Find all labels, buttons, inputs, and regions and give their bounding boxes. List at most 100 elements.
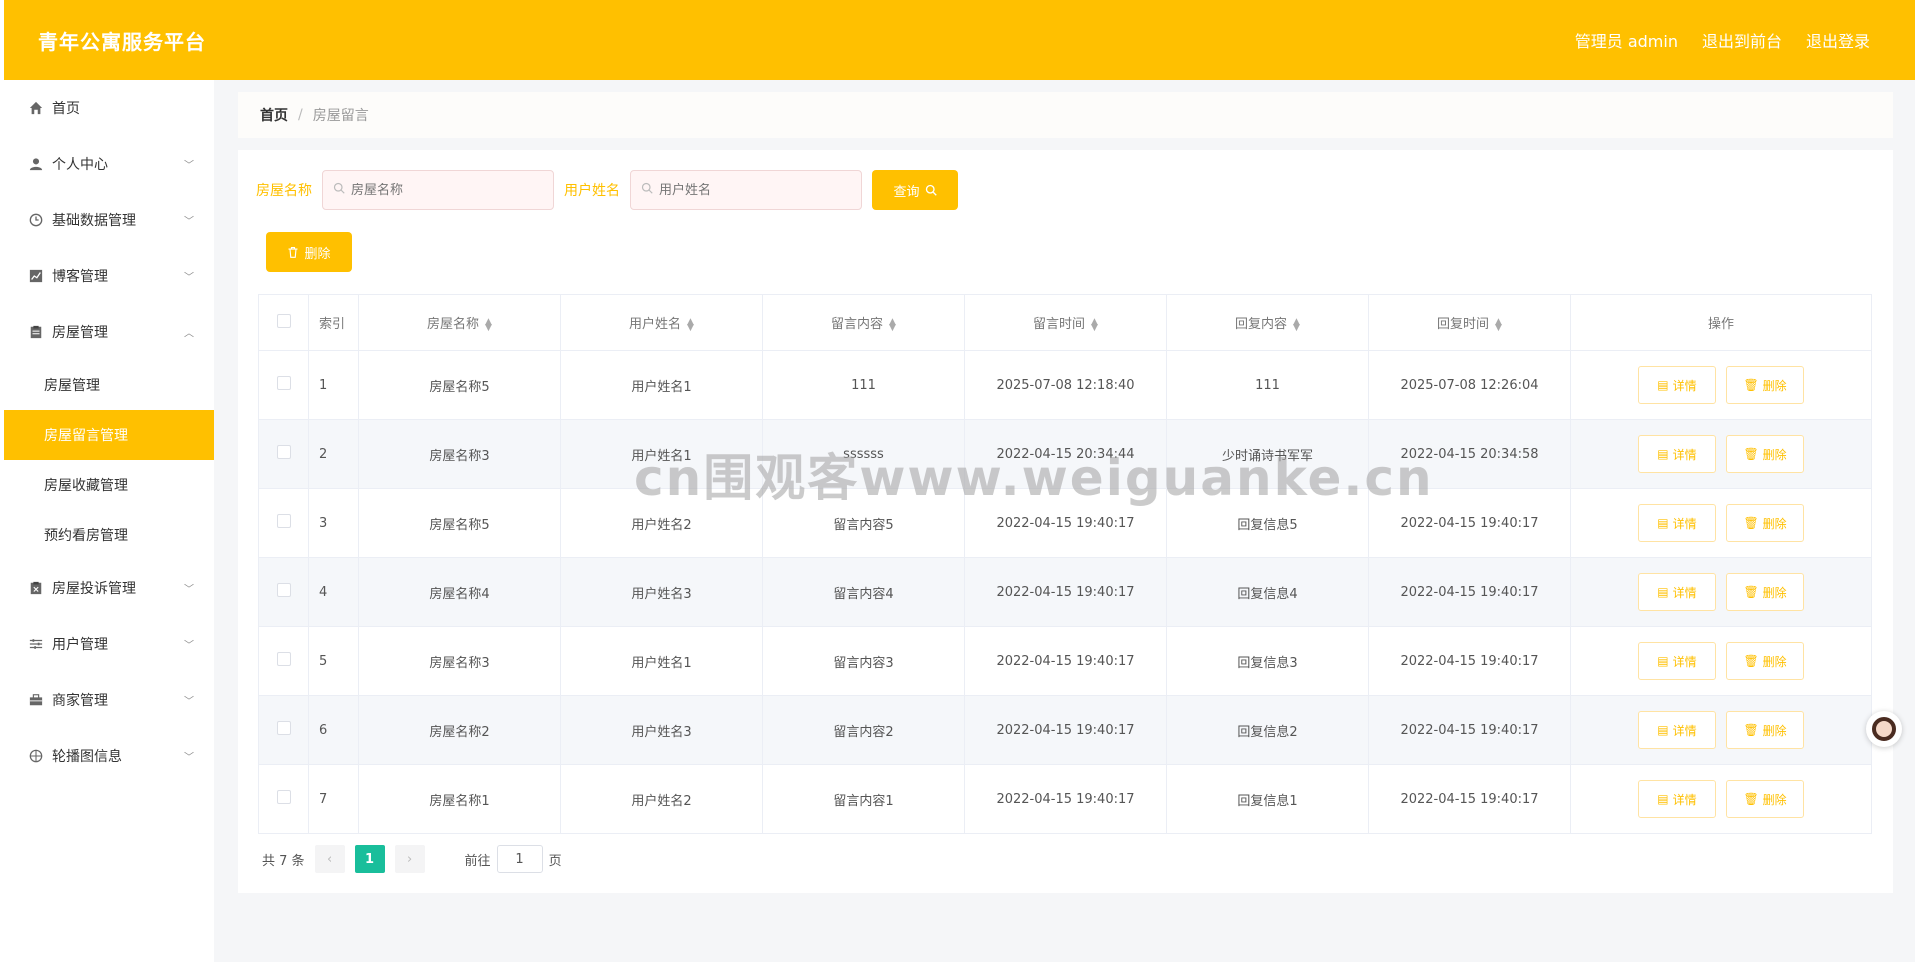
delete-label: 删除 xyxy=(1762,516,1787,531)
delete-button[interactable]: 🗑 删除 xyxy=(1726,642,1805,680)
submenu-item-label: 房屋留言管理 xyxy=(44,428,128,444)
row-checkbox[interactable] xyxy=(276,583,291,597)
cell-reply: 回复信息1 xyxy=(1166,764,1369,834)
sort-icon[interactable]: ▲ ▼ xyxy=(1495,317,1502,332)
sort-icon[interactable]: ▲ ▼ xyxy=(1091,317,1098,332)
detail-button[interactable]: ▤ 详情 xyxy=(1637,711,1716,749)
cell-house: 房屋名称3 xyxy=(358,626,561,696)
assistant-avatar[interactable] xyxy=(1866,711,1902,747)
detail-button[interactable]: ▤ 详情 xyxy=(1637,504,1716,542)
column-header-label: 留言内容 xyxy=(831,317,884,332)
delete-button[interactable]: 🗑 删除 xyxy=(1726,711,1805,749)
detail-button[interactable]: ▤ 详情 xyxy=(1637,435,1716,473)
select-all-checkbox[interactable] xyxy=(276,313,291,328)
row-select-cell xyxy=(258,488,309,558)
user-name-input[interactable] xyxy=(659,182,839,198)
delete-label: 删除 xyxy=(1762,585,1787,600)
trash-icon: 🗑 xyxy=(1743,792,1759,806)
breadcrumb-home[interactable]: 首页 xyxy=(260,105,288,125)
logout-link[interactable]: 退出登录 xyxy=(1806,28,1870,52)
delete-button[interactable]: 🗑 删除 xyxy=(1726,573,1805,611)
column-header-reply[interactable]: 回复内容 ▲ ▼ xyxy=(1166,294,1369,351)
cell-user: 用户姓名1 xyxy=(560,626,763,696)
detail-button[interactable]: ▤ 详情 xyxy=(1637,642,1716,680)
sort-icon[interactable]: ▲ ▼ xyxy=(889,317,896,332)
cell-content: 留言内容3 xyxy=(762,626,965,696)
column-header-user[interactable]: 用户姓名 ▲ ▼ xyxy=(560,294,763,351)
sort-icon[interactable]: ▲ ▼ xyxy=(1293,317,1300,332)
cell-index: 7 xyxy=(308,764,359,834)
document-icon: ▤ xyxy=(1657,792,1669,806)
exit-to-front-link[interactable]: 退出到前台 xyxy=(1702,28,1782,52)
row-checkbox[interactable] xyxy=(276,445,291,459)
cell-reply: 回复信息4 xyxy=(1166,557,1369,627)
submenu-item-house-manage[interactable]: 房屋管理 xyxy=(4,360,214,410)
page-number-button[interactable]: 1 xyxy=(354,845,385,873)
sidebar-item-carousel[interactable]: 轮播图信息 ﹀ xyxy=(4,728,214,784)
row-checkbox[interactable] xyxy=(276,721,291,735)
delete-button[interactable]: 🗑 删除 xyxy=(1726,435,1805,473)
delete-button[interactable]: 🗑 删除 xyxy=(1726,504,1805,542)
detail-label: 详情 xyxy=(1672,585,1697,600)
batch-delete-button[interactable]: 删除 xyxy=(266,232,352,272)
cell-content: ssssss xyxy=(762,419,965,489)
cell-house: 房屋名称5 xyxy=(358,488,561,558)
row-checkbox[interactable] xyxy=(276,376,291,390)
delete-label: 删除 xyxy=(1762,723,1787,738)
sidebar-item-personal[interactable]: 个人中心 ﹀ xyxy=(4,136,214,192)
prev-page-button[interactable]: ‹ xyxy=(314,845,345,873)
detail-button[interactable]: ▤ 详情 xyxy=(1637,573,1716,611)
search-icon xyxy=(925,184,937,196)
detail-label: 详情 xyxy=(1672,447,1697,462)
submenu-item-viewing-appointment[interactable]: 预约看房管理 xyxy=(4,510,214,560)
column-header-reply-time[interactable]: 回复时间 ▲ ▼ xyxy=(1368,294,1571,351)
submenu-item-house-favorite[interactable]: 房屋收藏管理 xyxy=(4,460,214,510)
sidebar-item-blog[interactable]: 博客管理 ﹀ xyxy=(4,248,214,304)
row-select-cell xyxy=(258,626,309,696)
column-header-time[interactable]: 留言时间 ▲ ▼ xyxy=(964,294,1167,351)
detail-button[interactable]: ▤ 详情 xyxy=(1637,780,1716,818)
delete-label: 删除 xyxy=(1762,378,1787,393)
sort-icon[interactable]: ▲ ▼ xyxy=(485,317,492,332)
cell-actions: ▤ 详情 🗑 删除 xyxy=(1570,488,1872,558)
document-icon: ▤ xyxy=(1657,516,1669,530)
row-checkbox[interactable] xyxy=(276,790,291,804)
house-name-input[interactable] xyxy=(351,182,531,198)
table-row: 4 房屋名称4 用户姓名3 留言内容4 2022-04-15 19:40:17 … xyxy=(258,557,1872,627)
document-icon: ▤ xyxy=(1657,447,1669,461)
house-name-label: 房屋名称 xyxy=(256,183,312,199)
app-title: 青年公寓服务平台 xyxy=(38,29,206,54)
table-header-row: 索引 房屋名称 ▲ ▼ 用户姓名 ▲ ▼ 留言内容 ▲ ▼ 留言时间 ▲ ▼ 回复内容 ▲ ▼ 回复… xyxy=(258,294,1872,351)
sidebar-item-home[interactable]: 首页 xyxy=(4,80,214,136)
chevron-left-icon: ‹ xyxy=(326,851,333,867)
submenu-item-house-message[interactable]: 房屋留言管理 xyxy=(4,410,214,460)
goto-page-input[interactable] xyxy=(496,845,543,873)
sidebar-item-complaint[interactable]: 房屋投诉管理 ﹀ xyxy=(4,560,214,616)
sidebar-item-house[interactable]: 房屋管理 ︿ xyxy=(4,304,214,360)
column-header-content[interactable]: 留言内容 ▲ ▼ xyxy=(762,294,965,351)
detail-label: 详情 xyxy=(1672,792,1697,807)
sidebar-item-label: 首页 xyxy=(52,101,80,117)
search-button[interactable]: 查询 xyxy=(872,170,958,210)
cell-user: 用户姓名1 xyxy=(560,419,763,489)
sidebar-item-merchant[interactable]: 商家管理 ﹀ xyxy=(4,672,214,728)
submenu-item-label: 房屋管理 xyxy=(44,378,100,394)
cell-reply-time: 2022-04-15 19:40:17 xyxy=(1368,626,1571,696)
cell-index: 5 xyxy=(308,626,359,696)
detail-button[interactable]: ▤ 详情 xyxy=(1637,366,1716,404)
sidebar-item-base-data[interactable]: 基础数据管理 ﹀ xyxy=(4,192,214,248)
column-header-house[interactable]: 房屋名称 ▲ ▼ xyxy=(358,294,561,351)
row-checkbox[interactable] xyxy=(276,514,291,528)
cell-index: 6 xyxy=(308,695,359,765)
row-checkbox[interactable] xyxy=(276,652,291,666)
next-page-button[interactable]: › xyxy=(394,845,425,873)
sidebar-item-users[interactable]: 用户管理 ﹀ xyxy=(4,616,214,672)
delete-button[interactable]: 🗑 删除 xyxy=(1726,780,1805,818)
cell-content: 留言内容5 xyxy=(762,488,965,558)
sort-icon[interactable]: ▲ ▼ xyxy=(687,317,694,332)
cell-reply: 少时诵诗书军军 xyxy=(1166,419,1369,489)
top-header: 青年公寓服务平台 管理员 admin 退出到前台 退出登录 xyxy=(4,0,1915,80)
cell-time: 2022-04-15 19:40:17 xyxy=(964,626,1167,696)
chevron-down-icon: ﹀ xyxy=(184,752,194,764)
delete-button[interactable]: 🗑 删除 xyxy=(1726,366,1805,404)
